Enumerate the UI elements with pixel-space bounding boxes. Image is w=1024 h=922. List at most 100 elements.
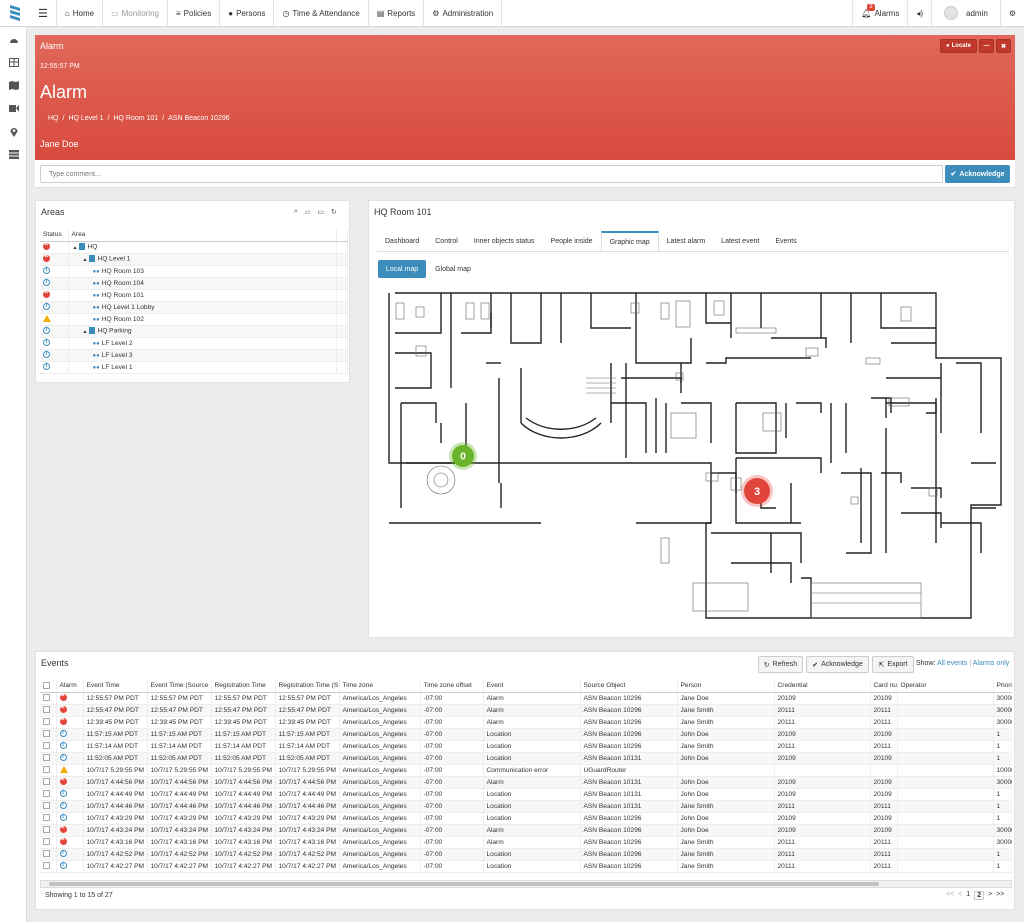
row-select[interactable] (40, 716, 57, 729)
row-checkbox[interactable] (43, 826, 50, 834)
row-select[interactable] (40, 752, 57, 765)
row-select[interactable] (40, 704, 57, 717)
tree-collapse-icon[interactable]: ▲ (73, 245, 78, 251)
tab-latest-event[interactable]: Latest event (713, 231, 767, 251)
row-checkbox[interactable] (43, 862, 50, 870)
col-time-zone-offset[interactable]: Time zone offset (420, 680, 484, 693)
floorplan-icon[interactable] (8, 57, 19, 68)
col-priority[interactable]: Priori (993, 680, 1012, 693)
row-checkbox[interactable] (43, 718, 50, 726)
col-registration-time-source[interactable]: Registration Time (S (275, 680, 340, 693)
floor-plan-map[interactable]: 0 3 (381, 283, 1011, 625)
row-select[interactable] (40, 824, 57, 837)
area-name-cell[interactable]: ▲ HQ (68, 241, 337, 254)
pager-next[interactable]: > (988, 891, 992, 900)
table-row[interactable]: 11:57:15 AM PDT11:57:15 AM PDT11:57:15 A… (40, 728, 1012, 741)
tab-dashboard[interactable]: Dashboard (377, 231, 427, 251)
comment-input[interactable] (40, 165, 943, 183)
area-row[interactable]: ▲ HQ (40, 241, 348, 254)
menu-toggle-button[interactable]: ☰ (30, 0, 57, 26)
row-checkbox[interactable] (43, 802, 50, 810)
area-row[interactable]: ▲ HQ Parking (40, 325, 348, 338)
area-row[interactable]: ●●LF Level 3 (40, 349, 348, 362)
row-checkbox[interactable] (43, 838, 50, 846)
col-area[interactable]: Area (68, 229, 337, 242)
col-source-object[interactable]: Source Object (580, 680, 678, 693)
col-alarm[interactable]: Alarm (56, 680, 84, 693)
tree-collapse-icon[interactable]: ▲ (83, 257, 88, 263)
scrollbar-thumb[interactable] (49, 882, 879, 886)
row-select[interactable] (40, 800, 57, 813)
close-button[interactable]: ✖ (996, 39, 1011, 53)
nav-user-menu[interactable]: admin (931, 0, 1000, 26)
row-checkbox[interactable] (43, 814, 50, 822)
nav-monitoring[interactable]: ▭ Monitoring (103, 0, 168, 26)
subtab-local-map[interactable]: Local map (378, 260, 426, 278)
minimize-button[interactable]: — (979, 39, 994, 53)
tab-graphic-map[interactable]: Graphic map (600, 231, 659, 251)
row-select[interactable] (40, 740, 57, 753)
area-name-cell[interactable]: ●● HQ Room 104 (68, 277, 337, 290)
location-pin-icon[interactable] (8, 126, 19, 137)
area-row[interactable]: ●●LF Level 2 (40, 337, 348, 350)
area-name-cell[interactable]: ●● HQ Room 101 (68, 289, 337, 302)
table-row[interactable]: 10/7/17 4:43:16 PM10/7/17 4:43:16 PM10/7… (40, 836, 1012, 849)
table-row[interactable]: 10/7/17 4:42:27 PM10/7/17 4:42:27 PM10/7… (40, 860, 1012, 873)
table-row[interactable]: 10/7/17 4:44:49 PM10/7/17 4:44:49 PM10/7… (40, 788, 1012, 801)
marker-green[interactable]: 0 (449, 442, 477, 470)
alarms-only-link[interactable]: Alarms only (973, 660, 1010, 667)
map-icon[interactable] (8, 80, 19, 91)
row-checkbox[interactable] (43, 754, 50, 762)
row-select[interactable] (40, 860, 57, 873)
nav-settings[interactable]: ⚙ (999, 0, 1024, 26)
table-row[interactable]: 10/7/17 5:29:55 PM 10/7/17 5:29:55 PM 10/7… (40, 764, 1012, 777)
nav-alarms[interactable]: 🔔︎ 3 Alarms (852, 0, 907, 26)
marker-red[interactable]: 3 (741, 475, 773, 507)
breadcrumb-item[interactable]: HQ Level 1 (68, 115, 103, 122)
row-checkbox[interactable] (43, 766, 50, 774)
table-row[interactable]: 10/7/17 4:43:24 PM10/7/17 4:43:24 PM10/7… (40, 824, 1012, 837)
pager-last[interactable]: >> (996, 891, 1004, 900)
pager-page-1[interactable]: 1 (966, 891, 970, 900)
col-registration-time[interactable]: Registration Time (211, 680, 276, 693)
row-select[interactable] (40, 836, 57, 849)
area-row[interactable]: ●●HQ Room 104 (40, 277, 348, 290)
select-all-checkbox[interactable] (43, 682, 50, 690)
table-row[interactable]: 10/7/17 4:44:46 PM10/7/17 4:44:46 PM10/7… (40, 800, 1012, 813)
col-card-number[interactable]: Card nu (870, 680, 898, 693)
area-row[interactable]: ●●HQ Room 103 (40, 265, 348, 278)
row-checkbox[interactable] (43, 790, 50, 798)
app-logo[interactable] (0, 0, 30, 26)
table-row[interactable]: 11:52:05 AM PDT11:52:05 AM PDT11:52:05 A… (40, 752, 1012, 765)
col-event[interactable]: Event (483, 680, 581, 693)
row-checkbox[interactable] (43, 742, 50, 750)
area-name-cell[interactable]: ●● LF Level 2 (68, 337, 337, 350)
col-event-time[interactable]: Event Time (83, 680, 148, 693)
area-name-cell[interactable]: ●● HQ Room 102 (68, 313, 337, 326)
row-select[interactable] (40, 728, 57, 741)
table-row[interactable]: 10/7/17 4:43:29 PM10/7/17 4:43:29 PM10/7… (40, 812, 1012, 825)
camera-icon[interactable] (8, 103, 19, 114)
col-time-zone[interactable]: Time zone (339, 680, 421, 693)
row-select[interactable] (40, 692, 57, 705)
row-select[interactable] (40, 776, 57, 789)
tab-events[interactable]: Events (767, 231, 804, 251)
col-select[interactable] (40, 680, 57, 693)
area-row[interactable]: ●●LF Level 1 (40, 361, 348, 374)
folder-open-icon[interactable]: ▱ (305, 208, 310, 216)
list-icon[interactable] (8, 149, 19, 160)
export-button[interactable]: ⇱ Export (872, 656, 914, 673)
area-name-cell[interactable]: ▲ HQ Level 1 (68, 253, 337, 266)
nav-time-attendance[interactable]: ◷ Time & Attendance (274, 0, 369, 26)
table-row[interactable]: 10/7/17 4:42:52 PM10/7/17 4:42:52 PM10/7… (40, 848, 1012, 861)
col-event-time-source[interactable]: Event Time (Source (147, 680, 212, 693)
row-checkbox[interactable] (43, 694, 50, 702)
breadcrumb-item[interactable]: HQ Room 101 (113, 115, 158, 122)
search-icon[interactable]: ⌕ (294, 208, 298, 216)
tree-collapse-icon[interactable]: ▲ (83, 329, 88, 335)
table-row[interactable]: 11:57:14 AM PDT11:57:14 AM PDT11:57:14 A… (40, 740, 1012, 753)
nav-sound-toggle[interactable]: ◂) (907, 0, 931, 26)
row-checkbox[interactable] (43, 706, 50, 714)
row-checkbox[interactable] (43, 850, 50, 858)
breadcrumb-item[interactable]: ASN Beacon 10296 (168, 115, 230, 122)
